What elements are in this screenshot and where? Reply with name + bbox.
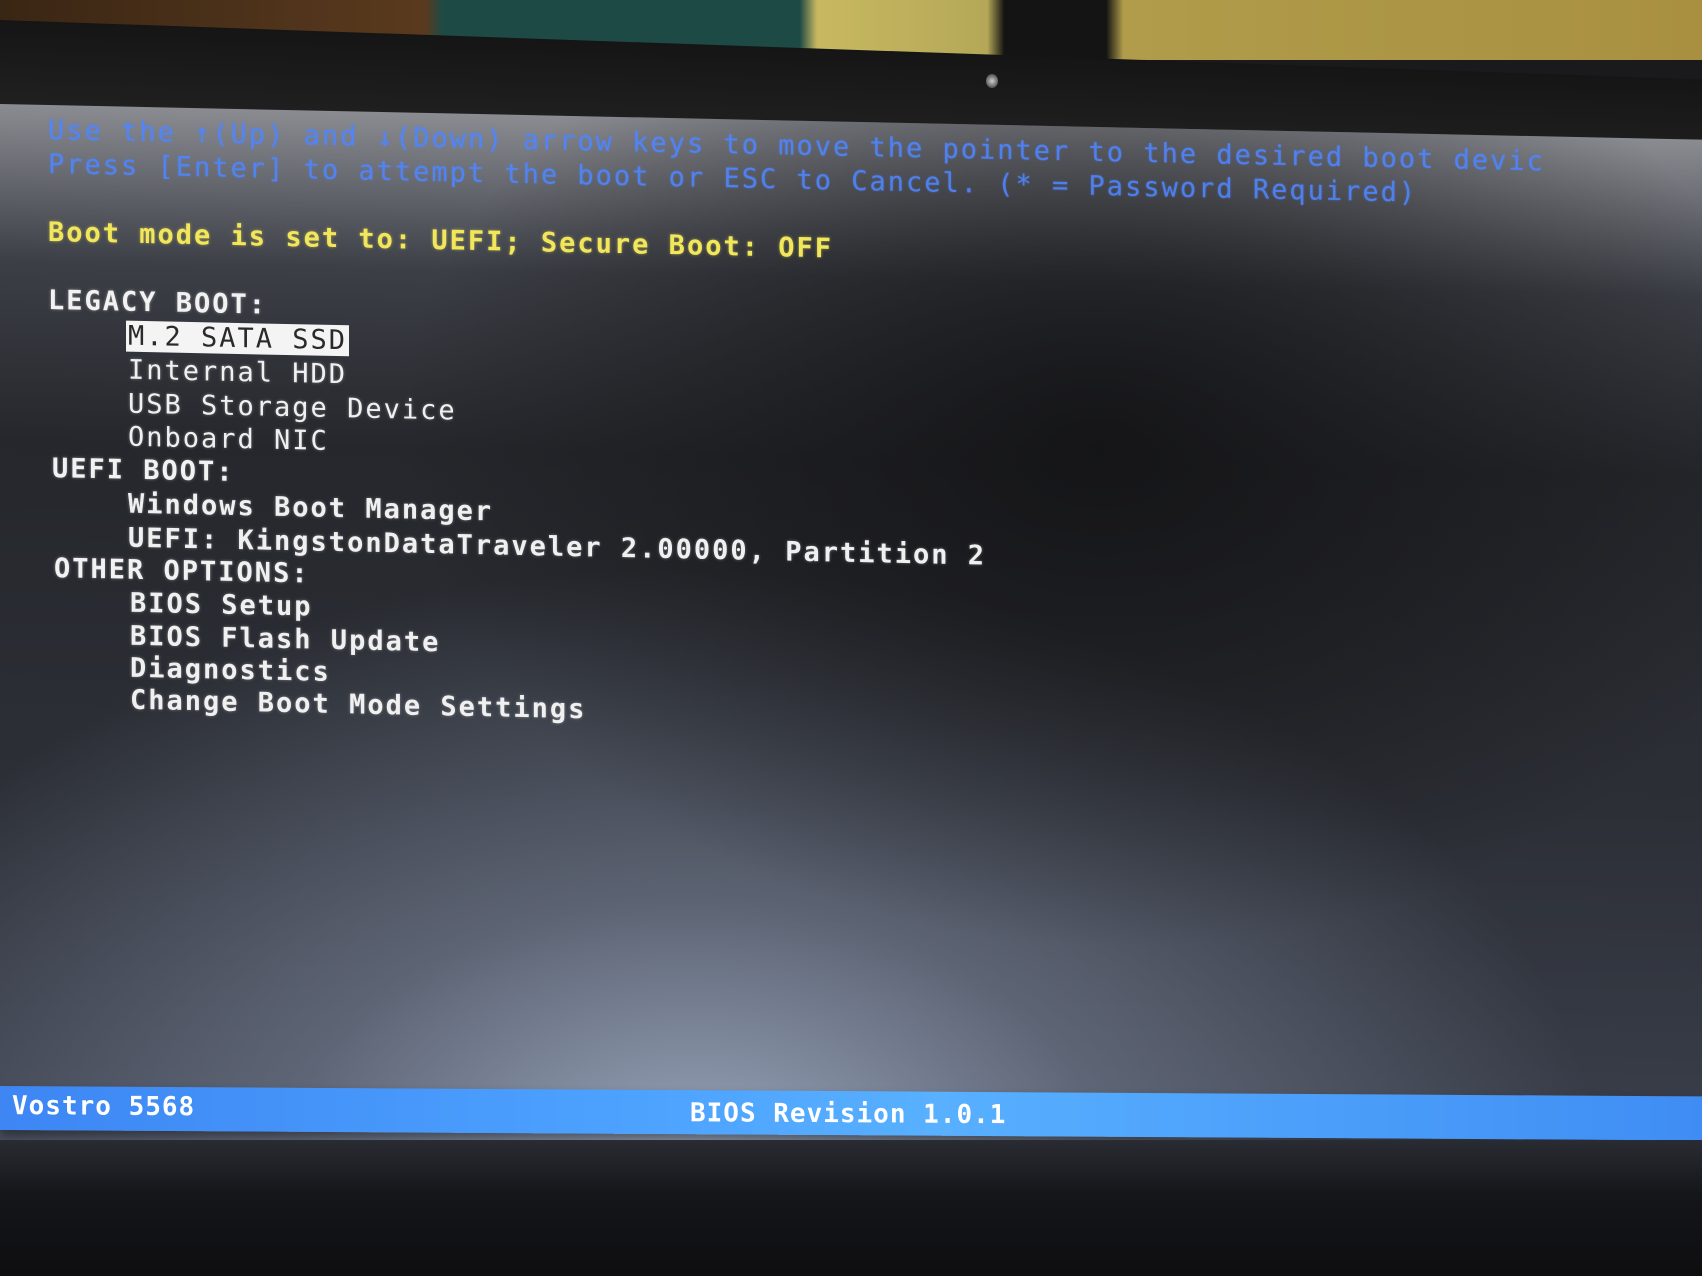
webcam-icon xyxy=(986,74,998,88)
boot-item-usb-storage[interactable]: USB Storage Device xyxy=(128,389,457,427)
boot-item-windows-boot-manager[interactable]: Windows Boot Manager xyxy=(128,489,493,528)
system-model: Vostro 5568 xyxy=(12,1091,196,1123)
option-diagnostics[interactable]: Diagnostics xyxy=(130,653,331,688)
option-bios-setup[interactable]: BIOS Setup xyxy=(130,588,313,623)
section-legacy-boot: LEGACY BOOT: xyxy=(48,285,268,321)
option-bios-flash-update[interactable]: BIOS Flash Update xyxy=(130,621,440,659)
option-change-boot-mode[interactable]: Change Boot Mode Settings xyxy=(130,685,586,726)
boot-item-m2-sata-ssd[interactable]: M.2 SATA SSD xyxy=(126,320,350,357)
boot-mode-status: Boot mode is set to: UEFI; Secure Boot: … xyxy=(48,217,833,265)
bios-revision: BIOS Revision 1.0.1 xyxy=(690,1098,1007,1131)
laptop-bottom-bezel xyxy=(0,1140,1702,1276)
section-other-options: OTHER OPTIONS: xyxy=(54,553,310,590)
boot-menu-screen: Use the ↑(Up) and ↓(Down) arrow keys to … xyxy=(0,104,1702,1260)
boot-item-internal-hdd[interactable]: Internal HDD xyxy=(128,355,347,391)
section-uefi-boot: UEFI BOOT: xyxy=(52,453,235,488)
boot-item-onboard-nic[interactable]: Onboard NIC xyxy=(128,422,329,457)
